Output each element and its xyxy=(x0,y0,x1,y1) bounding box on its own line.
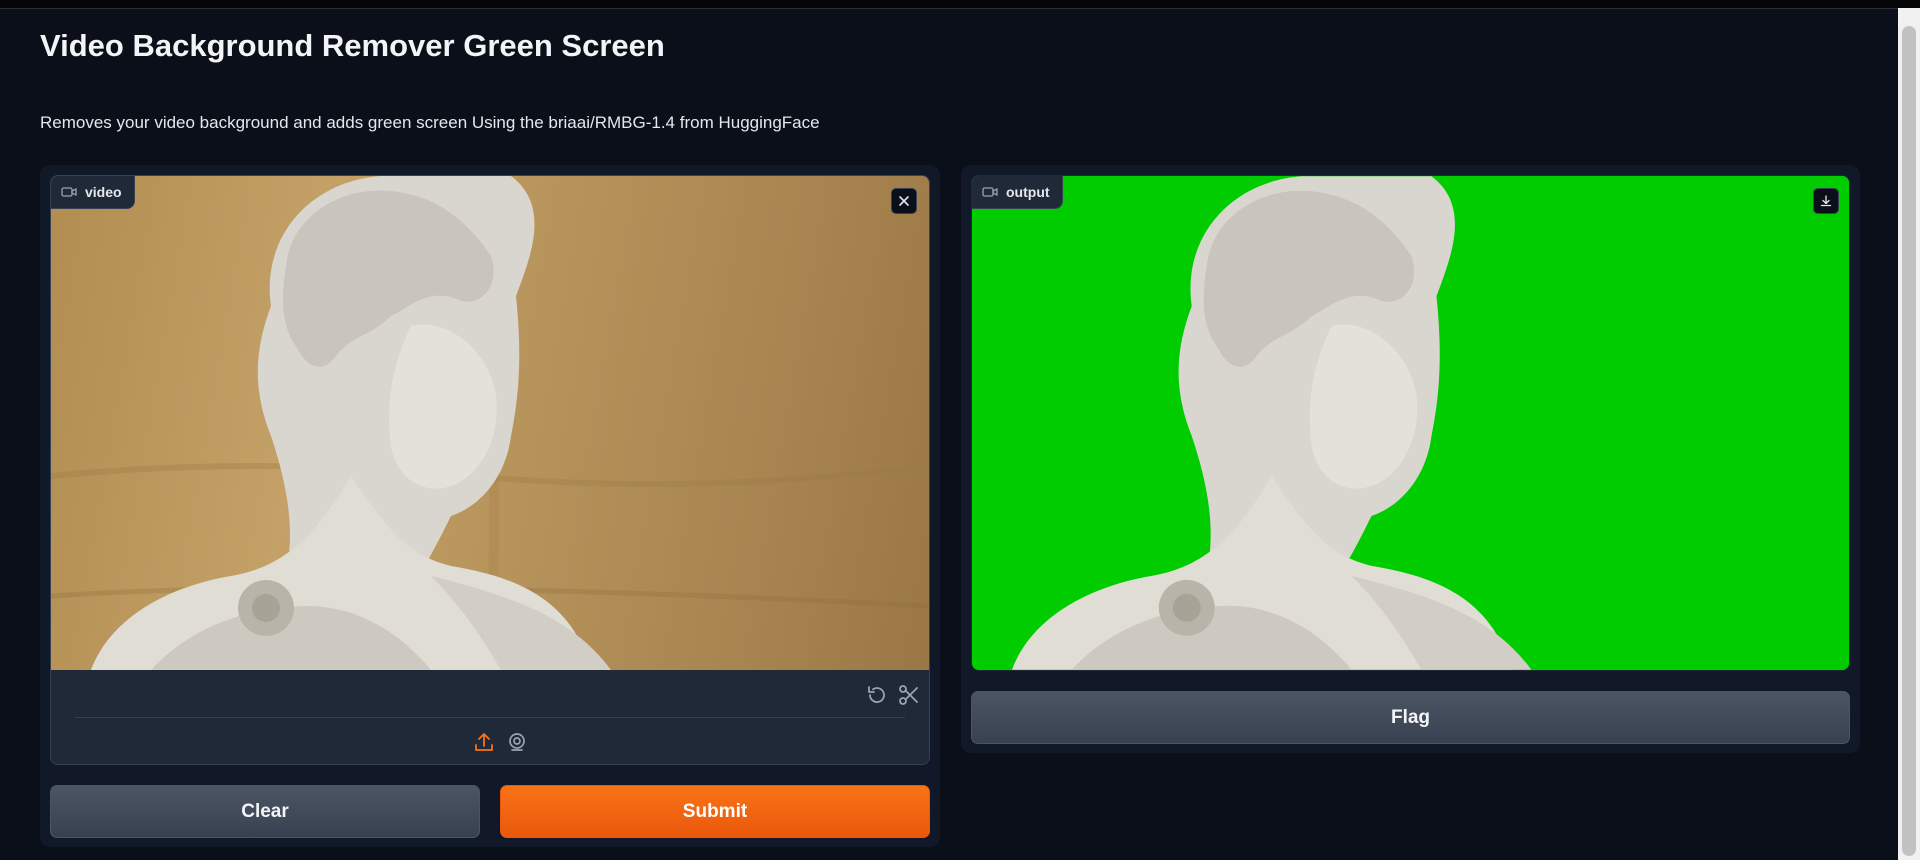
download-button[interactable] xyxy=(1813,188,1839,214)
video-camera-icon xyxy=(61,187,77,197)
video-label-badge: video xyxy=(51,176,135,209)
output-panel: output Flag xyxy=(961,165,1860,753)
trim-button[interactable] xyxy=(896,682,922,708)
input-video-frame xyxy=(51,176,929,670)
close-icon xyxy=(899,196,909,206)
download-icon xyxy=(1820,195,1832,207)
video-label-text: video xyxy=(85,184,122,200)
video-output-block: output xyxy=(971,175,1850,671)
video-camera-icon xyxy=(982,187,998,197)
browser-top-edge xyxy=(0,0,1920,9)
page-scrollbar[interactable] xyxy=(1898,8,1920,860)
clear-video-button[interactable] xyxy=(891,188,917,214)
flag-button[interactable]: Flag xyxy=(971,691,1850,744)
webcam-source-button[interactable] xyxy=(504,729,530,755)
webcam-icon xyxy=(509,733,525,751)
scissors-icon xyxy=(899,685,918,705)
video-controls-bar xyxy=(51,670,929,764)
output-label-badge: output xyxy=(972,176,1063,209)
scrollbar-thumb[interactable] xyxy=(1902,26,1916,856)
output-video-player[interactable] xyxy=(972,176,1849,670)
page-description: Removes your video background and adds g… xyxy=(40,113,820,132)
output-label-text: output xyxy=(1006,184,1050,200)
input-video-player[interactable] xyxy=(51,176,929,670)
undo-icon xyxy=(868,686,885,703)
controls-divider xyxy=(75,717,905,718)
statue-bust xyxy=(91,176,611,670)
video-input-block: video xyxy=(50,175,930,765)
clear-button[interactable]: Clear xyxy=(50,785,480,838)
input-panel: video Clear Submit xyxy=(40,165,940,847)
output-video-frame xyxy=(1011,176,1532,670)
upload-source-button[interactable] xyxy=(471,729,497,755)
undo-button[interactable] xyxy=(864,682,890,708)
page-title: Video Background Remover Green Screen xyxy=(40,28,665,63)
submit-button[interactable]: Submit xyxy=(500,785,930,838)
upload-icon xyxy=(475,733,493,751)
statue-bust-cutout xyxy=(1011,176,1532,670)
